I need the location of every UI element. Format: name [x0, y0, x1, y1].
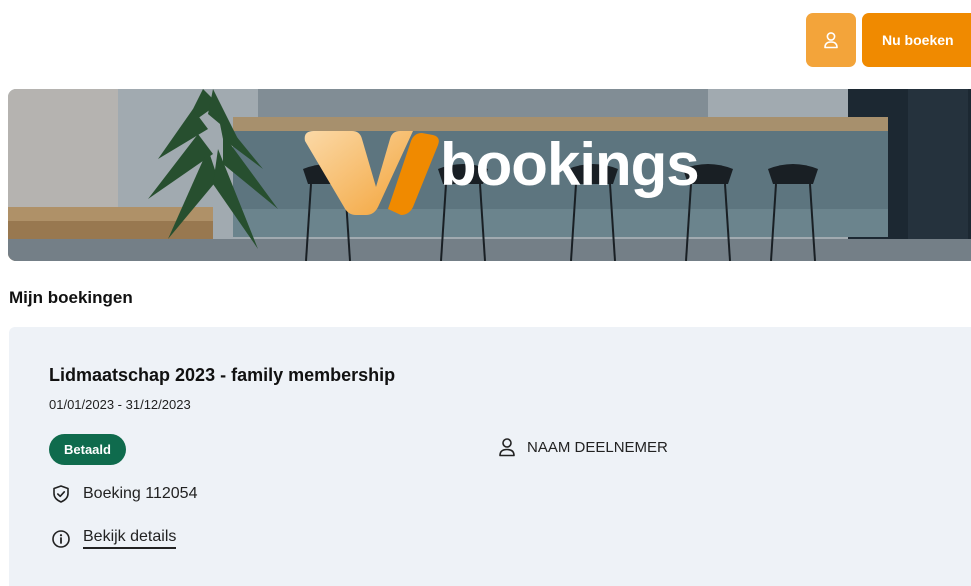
- status-badge: Betaald: [49, 434, 126, 465]
- header: Nu boeken: [0, 0, 971, 84]
- account-button[interactable]: [806, 13, 856, 67]
- user-icon: [497, 437, 517, 457]
- book-now-button[interactable]: Nu boeken: [862, 13, 971, 67]
- participant-name: NAAM DEELNEMER: [527, 438, 668, 456]
- details-row: Bekijk details: [51, 528, 177, 549]
- booking-title: Lidmaatschap 2023 - family membership: [49, 365, 396, 385]
- hero-banner: bookings: [8, 89, 971, 261]
- booking-number: Boeking 112054: [51, 484, 197, 504]
- info-icon: [51, 529, 71, 549]
- shield-check-icon: [51, 484, 71, 504]
- participant: NAAM DEELNEMER: [497, 437, 668, 457]
- booking-dates: 01/01/2023 - 31/12/2023: [49, 397, 191, 412]
- page-title: Mijn boekingen: [9, 288, 133, 307]
- booking-card: Lidmaatschap 2023 - family membership 01…: [9, 327, 971, 586]
- user-icon: [821, 30, 841, 50]
- view-details-link[interactable]: Bekijk details: [83, 528, 177, 549]
- booking-number-label: Boeking 112054: [83, 485, 198, 502]
- logo-text: bookings: [440, 131, 700, 198]
